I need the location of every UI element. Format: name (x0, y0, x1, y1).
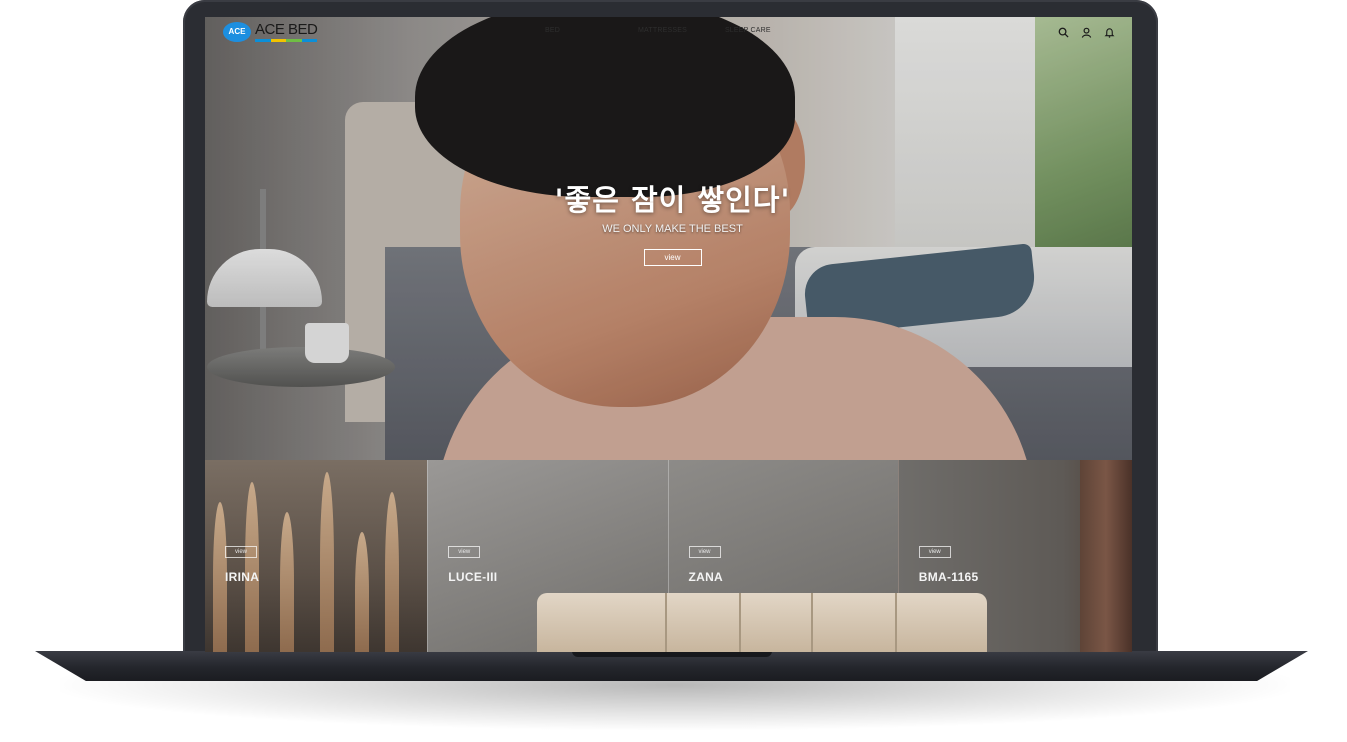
decor-pampas (320, 472, 334, 652)
headboard-seam (665, 593, 667, 652)
product-strip: view IRINA view LUCE-III view ZANA view … (205, 460, 1132, 652)
product-label: view ZANA (688, 546, 724, 584)
decor-pampas (355, 532, 369, 652)
logo-color-stripe (255, 39, 318, 42)
logo-name: ACE BED (255, 21, 318, 38)
logo-stripe-blue (255, 39, 271, 42)
product-label: view BMA-1165 (918, 546, 979, 584)
user-icon[interactable] (1079, 25, 1093, 39)
nav-item-mattresses[interactable]: MATTRESSES (638, 27, 687, 34)
hero-view-button[interactable]: view (643, 249, 702, 266)
decor-pampas (385, 492, 399, 652)
hero-subtitle: WE ONLY MAKE THE BEST (602, 223, 743, 235)
headboard-seam (811, 593, 813, 652)
nav-item-sleep-care[interactable]: SLEEP CARE (725, 27, 771, 34)
website-screen: '좋은 잠이 쌓인다' WE ONLY MAKE THE BEST view A… (205, 17, 1132, 652)
hero-copy: '좋은 잠이 쌓인다' WE ONLY MAKE THE BEST view (205, 177, 1132, 266)
product-view-button[interactable]: view (448, 546, 481, 558)
product-view-button[interactable]: view (918, 546, 951, 558)
laptop-mockup: '좋은 잠이 쌓인다' WE ONLY MAKE THE BEST view A… (0, 0, 1347, 742)
product-name: IRINA (225, 570, 260, 584)
product-name: LUCE-III (448, 570, 498, 584)
site-header: ACE ACE BED BED MATTRESSES SLEEP CARE (205, 17, 1132, 47)
search-icon[interactable] (1056, 25, 1070, 39)
site-logo[interactable]: ACE ACE BED (223, 21, 318, 43)
product-label: view LUCE-III (448, 546, 497, 584)
header-icons (1047, 25, 1116, 39)
logo-stripe-green (286, 39, 302, 42)
product-view-button[interactable]: view (688, 546, 721, 558)
nav-item-bed[interactable]: BED (545, 27, 560, 34)
headboard-seam (739, 593, 741, 652)
product-view-button[interactable]: view (225, 546, 257, 558)
product-name: BMA-1165 (918, 570, 979, 584)
hero-banner: '좋은 잠이 쌓인다' WE ONLY MAKE THE BEST view (205, 17, 1132, 460)
product-name: ZANA (688, 570, 724, 584)
decor-pampas (280, 512, 294, 652)
logo-stripe-blue-2 (301, 39, 318, 42)
hero-title: '좋은 잠이 쌓인다' (554, 183, 791, 217)
product-label: view IRINA (225, 546, 259, 584)
logo-badge: ACE (223, 22, 251, 42)
logo-stripe-yellow (270, 39, 287, 42)
bell-icon[interactable] (1102, 25, 1116, 39)
logo-wordmark: ACE BED (255, 21, 318, 42)
decor-headboard (537, 593, 987, 652)
decor-curtain (1080, 460, 1132, 652)
headboard-seam (895, 593, 897, 652)
product-card-irina[interactable]: view IRINA (205, 460, 428, 652)
main-nav: BED MATTRESSES SLEEP CARE (545, 27, 809, 34)
